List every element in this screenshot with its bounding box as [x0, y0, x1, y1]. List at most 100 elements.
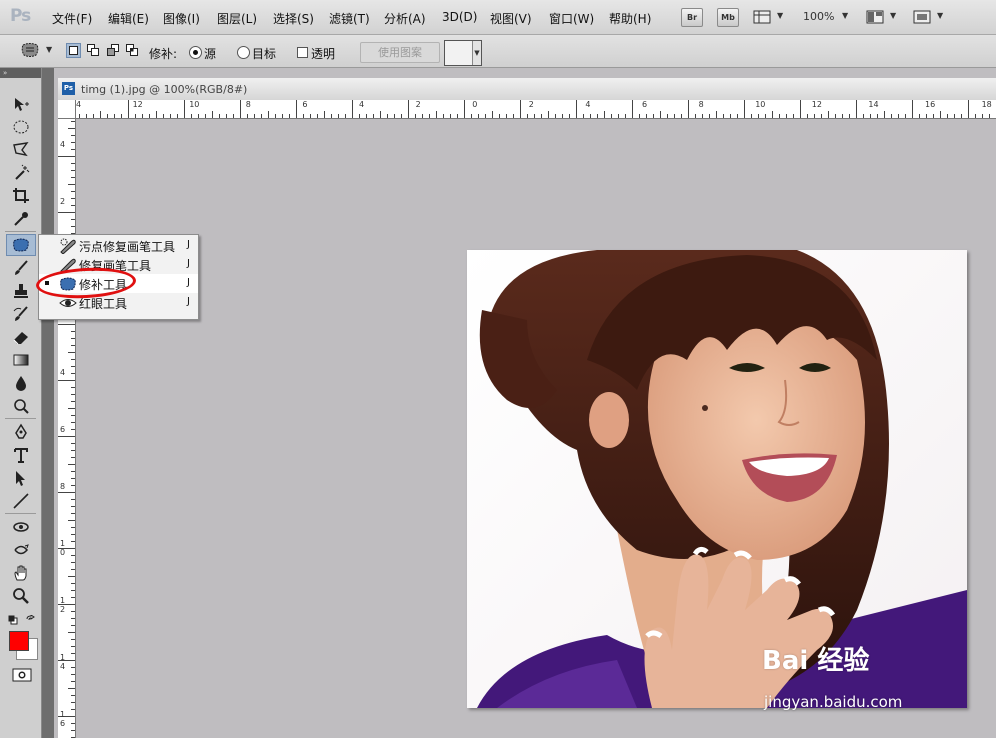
- pen-tool[interactable]: [6, 421, 36, 443]
- ruler-tick: [373, 114, 374, 118]
- bridge-button[interactable]: Br: [681, 8, 703, 27]
- 3d-rotate-tool[interactable]: [6, 516, 36, 538]
- ruler-tick: [499, 114, 500, 118]
- ruler-tick: [68, 688, 75, 689]
- subtract-from-selection-button[interactable]: [106, 43, 120, 57]
- vertical-ruler[interactable]: 42024681 01 21 41 6: [58, 100, 76, 738]
- intersect-selection-icon: [126, 44, 138, 56]
- ruler-tick: [303, 114, 304, 118]
- crop-tool[interactable]: [6, 185, 36, 207]
- new-selection-icon: [69, 46, 78, 55]
- dodge-tool[interactable]: [6, 395, 36, 417]
- portrait-image: [477, 250, 967, 708]
- flyout-item-spot-healing-brush[interactable]: 污点修复画笔工具 J: [39, 236, 198, 255]
- menu-file[interactable]: 文件(F): [52, 10, 92, 27]
- ruler-tick: [891, 114, 892, 118]
- gradient-tool[interactable]: [6, 349, 36, 371]
- ruler-tick: [856, 100, 857, 118]
- quick-mask-button[interactable]: [12, 668, 32, 682]
- chevron-down-icon: ▼: [890, 11, 897, 20]
- ruler-tick: [324, 111, 325, 118]
- menu-image[interactable]: 图像(I): [163, 10, 200, 27]
- menu-edit[interactable]: 编辑(E): [108, 10, 149, 27]
- menu-window[interactable]: 窗口(W): [549, 10, 594, 27]
- menu-filter[interactable]: 滤镜(T): [329, 10, 370, 27]
- tool-preset-picker[interactable]: ▼: [20, 41, 54, 61]
- ruler-tick: [71, 338, 75, 339]
- clone-stamp-tool[interactable]: [6, 280, 36, 302]
- eraser-tool[interactable]: [6, 326, 36, 348]
- ruler-origin[interactable]: [58, 100, 76, 119]
- swap-colors-button[interactable]: [26, 614, 36, 624]
- intersect-selection-button[interactable]: [125, 43, 139, 57]
- screen-mode-dropdown[interactable]: ▼: [913, 9, 947, 27]
- ruler-tick: [667, 114, 668, 118]
- ruler-tick: [471, 114, 472, 118]
- swap-colors-icon: [26, 614, 35, 621]
- view-extras-dropdown[interactable]: ▼: [753, 9, 787, 27]
- menu-select[interactable]: 选择(S): [273, 10, 314, 27]
- foreground-color-swatch[interactable]: [9, 631, 29, 651]
- line-tool[interactable]: [6, 490, 36, 512]
- menu-help[interactable]: 帮助(H): [609, 10, 651, 27]
- photo-canvas[interactable]: [467, 250, 967, 708]
- add-to-selection-button[interactable]: [86, 43, 100, 57]
- destination-radio[interactable]: [237, 46, 250, 59]
- 3d-orbit-tool[interactable]: [6, 539, 36, 561]
- hand-tool[interactable]: [6, 562, 36, 584]
- toolbox-collapse-handle[interactable]: »: [0, 68, 41, 78]
- patch-tool[interactable]: [6, 234, 36, 256]
- ruler-tick: [912, 100, 913, 118]
- magic-wand-tool[interactable]: [6, 162, 36, 184]
- zoom-dropdown[interactable]: 100% ▼: [803, 9, 853, 27]
- marquee-tool[interactable]: [6, 116, 36, 138]
- move-tool[interactable]: [6, 93, 36, 115]
- ruler-tick: [71, 646, 75, 647]
- chevron-down-icon: ▼: [46, 45, 53, 54]
- default-colors-button[interactable]: [8, 614, 18, 625]
- source-radio[interactable]: [189, 46, 202, 59]
- ruler-tick: [800, 100, 801, 118]
- menu-layer[interactable]: 图层(L): [217, 10, 257, 27]
- menu-view[interactable]: 视图(V): [490, 10, 532, 27]
- ruler-label: 4: [60, 368, 66, 377]
- ruler-tick: [177, 114, 178, 118]
- ruler-label: 6: [302, 100, 308, 109]
- ruler-tick: [71, 569, 75, 570]
- ruler-tick: [366, 114, 367, 118]
- ruler-label: 16: [925, 100, 936, 109]
- ruler-tick: [275, 114, 276, 118]
- mini-bridge-button[interactable]: Mb: [717, 8, 739, 27]
- transparent-checkbox[interactable]: [297, 47, 308, 58]
- path-selection-tool[interactable]: [6, 467, 36, 489]
- type-tool[interactable]: [6, 444, 36, 466]
- arrange-documents-dropdown[interactable]: ▼: [866, 9, 900, 27]
- ruler-tick: [71, 590, 75, 591]
- lasso-tool[interactable]: [6, 139, 36, 161]
- history-brush-icon: [13, 306, 28, 321]
- document-tab[interactable]: Ps timg (1).jpg @ 100%(RGB/8#): [58, 78, 996, 101]
- eyedropper-tool[interactable]: [6, 208, 36, 230]
- brush-tool[interactable]: [6, 257, 36, 279]
- ruler-tick: [590, 114, 591, 118]
- flyout-item-label: 污点修复画笔工具: [79, 240, 176, 254]
- type-icon: [14, 448, 28, 463]
- new-selection-button[interactable]: [66, 43, 81, 58]
- ruler-tick: [149, 114, 150, 118]
- ruler-tick: [779, 114, 780, 118]
- menu-3d[interactable]: 3D(D): [442, 10, 477, 24]
- use-pattern-button[interactable]: 使用图案: [360, 42, 440, 63]
- ruler-tick: [71, 177, 75, 178]
- history-brush-tool[interactable]: [6, 303, 36, 325]
- zoom-tool[interactable]: [6, 585, 36, 607]
- ruler-tick: [506, 114, 507, 118]
- blur-tool[interactable]: [6, 372, 36, 394]
- pattern-picker[interactable]: ▼: [444, 40, 482, 66]
- menu-analysis[interactable]: 分析(A): [384, 10, 426, 27]
- ruler-tick: [58, 324, 75, 325]
- patch-label: 修补:: [149, 47, 178, 61]
- horizontal-ruler[interactable]: 4 12 10 8 6 4 2 0 2 4 6 8 10 12 14 16 18: [72, 100, 996, 119]
- ruler-label: 4: [76, 100, 82, 109]
- flyout-item-shortcut: J: [187, 296, 190, 307]
- ruler-tick: [71, 121, 75, 122]
